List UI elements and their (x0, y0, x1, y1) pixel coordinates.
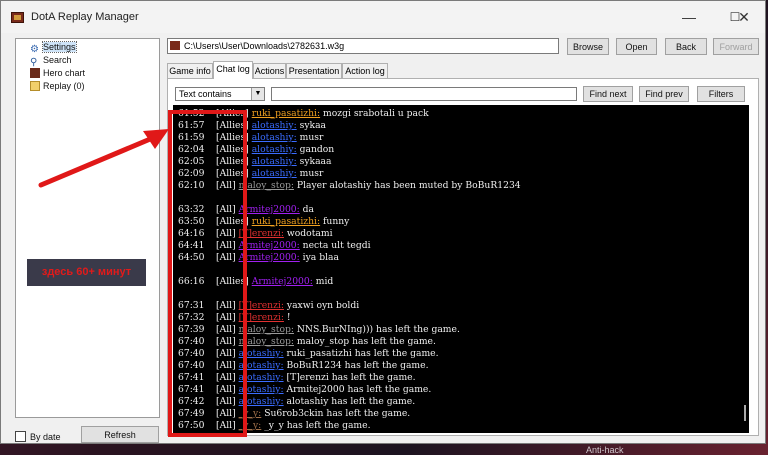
chat-message: mozgi srabotali u pack (320, 108, 429, 119)
open-button[interactable]: Open (616, 38, 657, 55)
chat-message: Su6rob3ckin has left the game. (261, 408, 411, 419)
chat-message: [T]erenzi has left the game. (283, 372, 416, 383)
chat-message: gandon (296, 144, 335, 155)
tab-action-log[interactable]: Action log (342, 63, 388, 78)
replay-path-text: C:\Users\User\Downloads\2782631.w3g (184, 41, 345, 51)
chat-message: BoBuR1234 has left the game. (283, 360, 429, 371)
chat-message: da (299, 204, 315, 215)
tab-presentation[interactable]: Presentation (286, 63, 342, 78)
filter-mode-select[interactable]: Text contains ▼ (175, 87, 265, 101)
close-button[interactable]: ✕ (721, 5, 767, 29)
chat-message: mid (312, 276, 334, 287)
chat-player[interactable]: alotashiy: (252, 132, 297, 143)
dropdown-arrow-icon[interactable]: ▼ (251, 88, 264, 100)
chat-message: ! (283, 312, 291, 323)
chat-player[interactable]: alotashiy: (252, 168, 297, 179)
magnifier-icon: ⚲ (30, 57, 38, 68)
app-icon (11, 12, 24, 23)
chat-message: wodotami (283, 228, 333, 239)
highlight-box (168, 110, 247, 437)
red-arrow-icon (38, 129, 169, 188)
chat-player[interactable]: Armitej2000: (239, 240, 300, 251)
chat-message: musr (296, 168, 324, 179)
sidebar-tree[interactable]: ⚙ Settings ⚲ Search Hero chart Replay (0) (15, 38, 160, 418)
tab-chat-log[interactable]: Chat log (213, 61, 253, 79)
chart-icon (30, 68, 40, 78)
chat-message: _y_y has left the game. (261, 420, 371, 431)
chat-message: alotashiy has left the game. (283, 396, 416, 407)
replay-path-field[interactable]: C:\Users\User\Downloads\2782631.w3g (167, 38, 559, 54)
chat-message: NNS.BurNIng))) has left the game. (293, 324, 460, 335)
by-date-label: By date (30, 432, 61, 442)
taskbar-hint: Anti-hack (586, 445, 624, 455)
chat-player[interactable]: ruki_pasatizhi: (252, 108, 320, 119)
sidebar-item-label: Search (43, 55, 72, 65)
chat-message: necta ult tegdi (299, 240, 371, 251)
chat-message: ruki_pasatizhi has left the game. (283, 348, 439, 359)
browse-button[interactable]: Browse (567, 38, 609, 55)
sidebar-item-settings[interactable]: ⚙ Settings (30, 41, 77, 55)
chat-message: yaxwi oyn boldi (283, 300, 360, 311)
chat-message: Player alotashiy has been muted by BoBuR… (293, 180, 521, 191)
window-title: DotA Replay Manager (31, 11, 139, 23)
sidebar-item-replay[interactable]: Replay (0) (30, 81, 85, 94)
sidebar-item-search[interactable]: ⚲ Search (30, 55, 72, 68)
chat-player[interactable]: alotashiy: (252, 144, 297, 155)
chat-player[interactable]: alotashiy: (252, 120, 297, 131)
chat-message: iya blaa (299, 252, 339, 263)
chat-message: sykaa (296, 120, 327, 131)
gear-icon: ⚙ (30, 44, 39, 55)
scrollbar-thumb[interactable] (744, 405, 746, 421)
tab-game-info[interactable]: Game info (167, 63, 213, 78)
tab-actions[interactable]: Actions (253, 63, 286, 78)
title-bar: DotA Replay Manager — ☐ ✕ (1, 1, 765, 33)
chat-player[interactable]: Armitej2000: (252, 276, 313, 287)
replay-file-icon (170, 41, 180, 50)
refresh-button[interactable]: Refresh (81, 426, 159, 443)
chat-player[interactable]: Armitej2000: (239, 252, 300, 263)
minimize-button[interactable]: — (666, 5, 712, 29)
find-next-button[interactable]: Find next (583, 86, 633, 102)
chat-message: musr (296, 132, 324, 143)
sidebar-item-label: Settings (42, 41, 77, 53)
find-prev-button[interactable]: Find prev (639, 86, 689, 102)
app-window: DotA Replay Manager — ☐ ✕ ⚙ Settings ⚲ Sea… (0, 0, 766, 444)
sidebar-item-label: Hero chart (43, 68, 86, 78)
chat-player[interactable]: alotashiy: (252, 156, 297, 167)
sidebar-item-hero-chart[interactable]: Hero chart (30, 68, 85, 81)
chat-message: Armitej2000 has left the game. (283, 384, 432, 395)
filters-button[interactable]: Filters (697, 86, 745, 102)
chat-message: maloy_stop has left the game. (293, 336, 436, 347)
sidebar-item-label: Replay (0) (43, 81, 85, 91)
chat-player[interactable]: Armitej2000: (239, 204, 300, 215)
chat-message: funny (320, 216, 350, 227)
checkbox-box[interactable] (15, 431, 26, 442)
back-button[interactable]: Back (665, 38, 707, 55)
chat-player[interactable]: ruki_pasatizhi: (252, 216, 320, 227)
folder-icon (30, 81, 40, 91)
chat-log-view[interactable]: 61:52 [Allies] ruki_pasatizhi: mozgi srab… (173, 105, 749, 433)
chat-search-input[interactable] (271, 87, 577, 101)
chat-message: sykaaa (296, 156, 332, 167)
annotation-label: здесь 60+ минут (27, 259, 146, 286)
by-date-checkbox[interactable]: By date (15, 431, 61, 442)
forward-button[interactable]: Forward (713, 38, 759, 55)
filter-mode-value: Text contains (179, 89, 232, 99)
